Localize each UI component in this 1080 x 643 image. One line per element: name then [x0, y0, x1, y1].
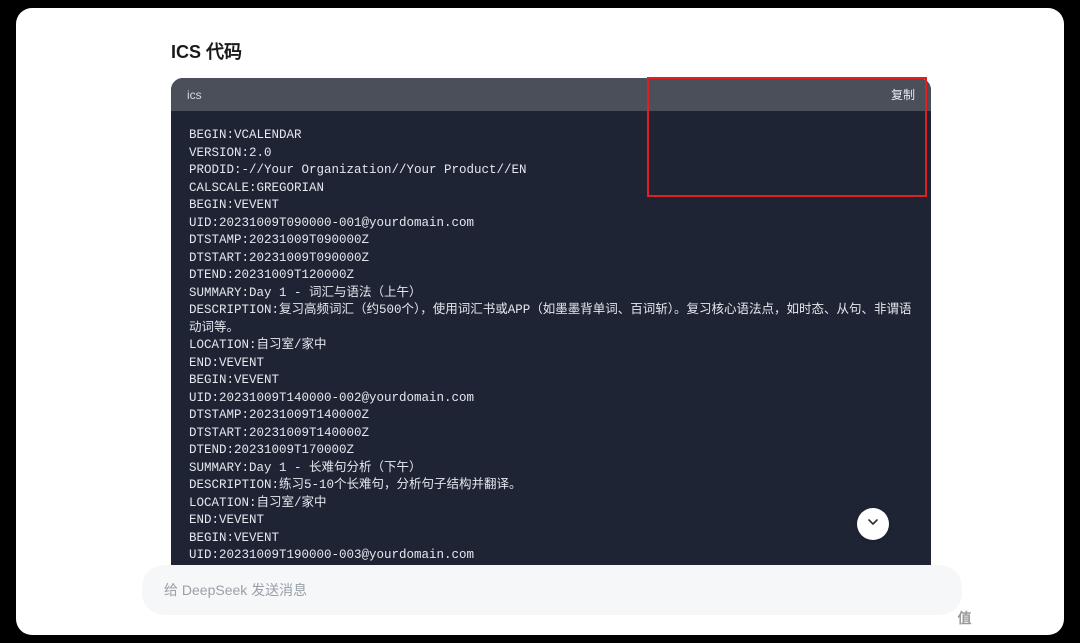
scroll-to-bottom-button[interactable] [857, 508, 889, 540]
code-header: ics 复制 [171, 78, 931, 111]
copy-button[interactable]: 复制 [891, 86, 915, 103]
code-content[interactable]: BEGIN:VCALENDAR VERSION:2.0 PRODID:-//Yo… [171, 111, 931, 581]
watermark: 值 什么值得买 [952, 605, 1064, 631]
code-block: ics 复制 BEGIN:VCALENDAR VERSION:2.0 PRODI… [171, 78, 931, 581]
chevron-down-icon [865, 514, 881, 535]
watermark-badge-icon: 值 [952, 605, 978, 631]
code-language-label: ics [187, 88, 202, 102]
chat-input-bar [142, 565, 962, 615]
content-area: ICS 代码 ics 复制 BEGIN:VCALENDAR VERSION:2.… [16, 8, 1064, 581]
watermark-text: 什么值得买 [984, 608, 1064, 629]
chat-input[interactable] [164, 582, 940, 598]
section-heading: ICS 代码 [171, 38, 909, 64]
app-window: ICS 代码 ics 复制 BEGIN:VCALENDAR VERSION:2.… [16, 8, 1064, 635]
